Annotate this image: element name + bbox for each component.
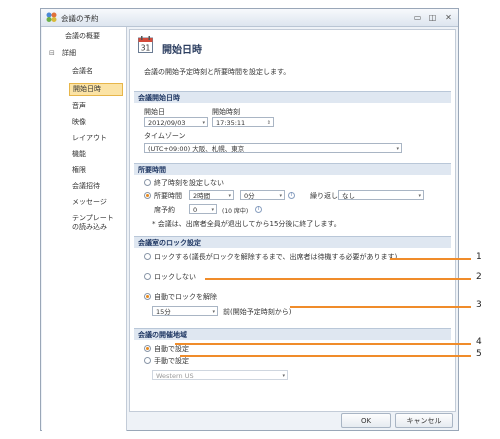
auto-unlock-radio[interactable]	[144, 293, 151, 300]
callout-number-1: 1	[476, 252, 482, 262]
sidebar-item-audio[interactable]: 音声	[72, 102, 86, 111]
start-date-picker[interactable]: 2012/09/03 ▾	[144, 117, 208, 127]
sidebar-item-messages[interactable]: メッセージ	[72, 198, 107, 207]
svg-text:31: 31	[141, 44, 151, 53]
start-time-label: 開始時刻	[212, 108, 240, 116]
repeat-value: なし	[342, 192, 355, 200]
seat-reservation-select[interactable]: 0 ▾	[189, 204, 217, 214]
auto-location-label: 自動で設定	[154, 345, 189, 353]
title-bar: 会議の予約 ▭ ◫ ✕	[41, 9, 458, 27]
spinner-icon[interactable]: ⇕	[267, 118, 271, 126]
callout-line-5	[180, 355, 471, 357]
duration-label: 所要時間	[154, 192, 182, 200]
seat-count-note: (10 席中)	[222, 208, 249, 215]
info-icon[interactable]: i	[255, 206, 262, 213]
seat-reservation-value: 0	[193, 206, 198, 214]
start-time-stepper[interactable]: 17:35:11 ⇕	[212, 117, 274, 127]
dropdown-arrow-icon: ▾	[211, 207, 214, 213]
callout-line-3	[290, 306, 471, 308]
repeat-select[interactable]: なし ▾	[338, 190, 424, 200]
sidebar-item-load-template[interactable]: テンプレート の読み込み	[72, 214, 114, 232]
section-duration: 所要時間	[134, 163, 451, 175]
dropdown-arrow-icon: ▾	[212, 309, 215, 315]
duration-minutes-select[interactable]: 0分 ▾	[240, 190, 285, 200]
start-date-label: 開始日	[144, 108, 165, 116]
repeat-label: 繰り返し	[310, 192, 338, 200]
page-title: 開始日時	[162, 45, 202, 56]
sidebar-item-features[interactable]: 機能	[72, 150, 86, 159]
seat-reservation-label: 席予約	[154, 206, 175, 214]
sidebar: 会議の概要 ⊟ 詳細 会議名 開始日時 音声 映像 レイアウト 機能 権限 会議…	[42, 27, 127, 431]
no-end-label: 終了時刻を設定しない	[154, 179, 224, 187]
timezone-label: タイムゾーン	[144, 132, 186, 140]
maximize-icon[interactable]: ◫	[427, 12, 438, 23]
calendar-icon: 31	[138, 36, 153, 53]
auto-unlock-label: 自動でロックを解除	[154, 293, 217, 301]
no-lock-label: ロックしない	[154, 273, 196, 281]
duration-hours-value: 2時間	[193, 192, 211, 200]
duration-note: * 会議は、出席者全員が退出してから15分後に終了します。	[152, 220, 341, 228]
callout-number-5: 5	[476, 349, 482, 359]
duration-radio[interactable]	[144, 192, 151, 199]
sidebar-item-video[interactable]: 映像	[72, 118, 86, 127]
manual-location-label: 手動で設定	[154, 357, 189, 365]
cancel-button[interactable]: キャンセル	[395, 413, 453, 428]
section-location: 会議の開催地域	[134, 328, 451, 340]
callout-number-2: 2	[476, 272, 482, 282]
dropdown-arrow-icon: ▾	[396, 146, 399, 152]
no-end-radio[interactable]	[144, 179, 151, 186]
callout-line-4	[175, 343, 471, 345]
sidebar-item-invitations[interactable]: 会議招待	[72, 182, 100, 191]
callout-number-3: 3	[476, 300, 482, 310]
collapse-icon[interactable]: ⊟	[49, 49, 55, 57]
info-icon[interactable]: i	[288, 192, 295, 199]
dropdown-arrow-icon: ▾	[279, 193, 282, 199]
no-lock-radio[interactable]	[144, 273, 151, 280]
window-title: 会議の予約	[61, 14, 99, 23]
app-icon	[46, 12, 57, 22]
duration-hours-select[interactable]: 2時間 ▾	[189, 190, 234, 200]
dropdown-arrow-icon: ▾	[282, 373, 285, 379]
page-description: 会議の開始予定時刻と所要時間を設定します。	[144, 68, 291, 76]
sidebar-item-layout[interactable]: レイアウト	[72, 134, 107, 143]
dropdown-arrow-icon: ▾	[418, 193, 421, 199]
dropdown-arrow-icon: ▾	[228, 193, 231, 199]
timezone-select[interactable]: (UTC+09:00) 大阪、札幌、東京 ▾	[144, 143, 402, 153]
section-start-datetime: 会議開始日時	[134, 91, 451, 103]
auto-unlock-value: 15分	[156, 308, 171, 316]
sidebar-item-overview[interactable]: 会議の概要	[65, 32, 100, 41]
sidebar-item-details[interactable]: 詳細	[62, 49, 76, 58]
dropdown-arrow-icon: ▾	[202, 120, 205, 126]
callout-line-2	[205, 278, 471, 280]
duration-minutes-value: 0分	[244, 192, 255, 200]
auto-unlock-suffix: 前(開始予定時刻から)	[223, 308, 292, 316]
callout-line-1	[390, 258, 471, 260]
ok-button[interactable]: OK	[341, 413, 391, 428]
manual-location-radio[interactable]	[144, 357, 151, 364]
lock-radio[interactable]	[144, 253, 151, 260]
sidebar-item-permissions[interactable]: 権限	[72, 166, 86, 175]
region-value: Western US	[156, 372, 194, 380]
auto-unlock-select[interactable]: 15分 ▾	[152, 306, 218, 316]
timezone-value: (UTC+09:00) 大阪、札幌、東京	[148, 145, 245, 153]
start-date-value: 2012/09/03	[148, 119, 186, 127]
lock-label: ロックする(議長がロックを解除するまで、出席者は待機する必要があります)	[154, 253, 398, 261]
start-time-value: 17:35:11	[216, 119, 246, 127]
region-select[interactable]: Western US ▾	[152, 370, 288, 380]
callout-number-4: 4	[476, 337, 482, 347]
auto-location-radio[interactable]	[144, 345, 151, 352]
meeting-reservation-dialog: 会議の予約 ▭ ◫ ✕ 会議の概要 ⊟ 詳細 会議名 開始日時 音声 映像 レイ…	[40, 8, 459, 431]
close-icon[interactable]: ✕	[443, 12, 454, 23]
minimize-icon[interactable]: ▭	[412, 12, 423, 23]
sidebar-item-meeting-name[interactable]: 会議名	[72, 67, 93, 76]
sidebar-item-start-time[interactable]: 開始日時	[69, 83, 123, 96]
section-room-lock: 会議室のロック設定	[134, 236, 451, 248]
